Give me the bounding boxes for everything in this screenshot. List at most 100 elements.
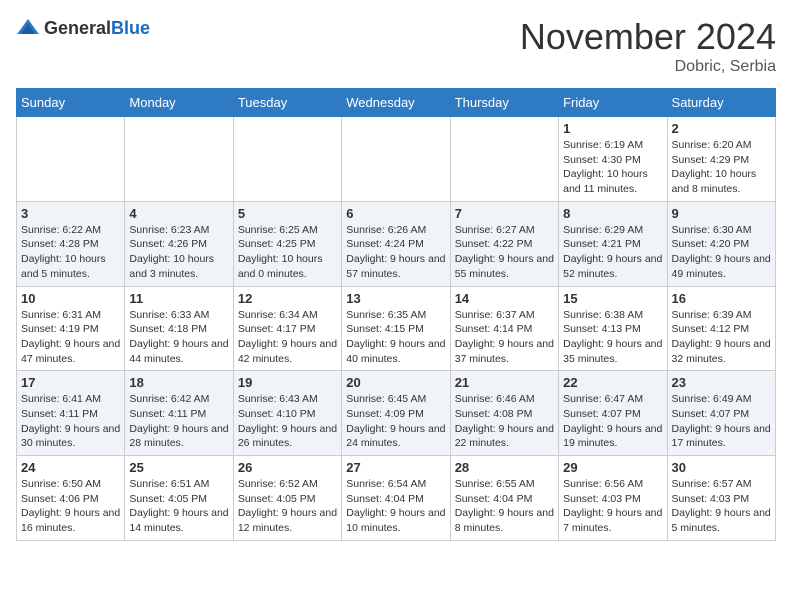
calendar-header-row: SundayMondayTuesdayWednesdayThursdayFrid… bbox=[17, 89, 776, 117]
month-title: November 2024 bbox=[520, 16, 776, 58]
day-info: Sunrise: 6:47 AMSunset: 4:07 PMDaylight:… bbox=[563, 392, 662, 451]
day-info: Sunrise: 6:56 AMSunset: 4:03 PMDaylight:… bbox=[563, 477, 662, 536]
day-info: Sunrise: 6:39 AMSunset: 4:12 PMDaylight:… bbox=[672, 308, 771, 367]
day-number: 11 bbox=[129, 291, 228, 306]
calendar-cell bbox=[342, 117, 450, 202]
calendar-week-1: 1Sunrise: 6:19 AMSunset: 4:30 PMDaylight… bbox=[17, 117, 776, 202]
day-number: 23 bbox=[672, 375, 771, 390]
calendar-cell bbox=[17, 117, 125, 202]
day-info: Sunrise: 6:54 AMSunset: 4:04 PMDaylight:… bbox=[346, 477, 445, 536]
calendar-body: 1Sunrise: 6:19 AMSunset: 4:30 PMDaylight… bbox=[17, 117, 776, 541]
day-number: 9 bbox=[672, 206, 771, 221]
calendar-week-2: 3Sunrise: 6:22 AMSunset: 4:28 PMDaylight… bbox=[17, 201, 776, 286]
day-info: Sunrise: 6:52 AMSunset: 4:05 PMDaylight:… bbox=[238, 477, 337, 536]
day-number: 16 bbox=[672, 291, 771, 306]
calendar-week-4: 17 Sunrise: 6:41 AMSunset: 4:11 PMDayligh… bbox=[17, 371, 776, 456]
day-number: 29 bbox=[563, 460, 662, 475]
day-number: 20 bbox=[346, 375, 445, 390]
calendar-cell bbox=[450, 117, 558, 202]
day-info: Sunrise: 6:42 AMSunset: 4:11 PMDaylight:… bbox=[129, 392, 228, 451]
day-number: 8 bbox=[563, 206, 662, 221]
calendar-cell: 2 Sunrise: 6:20 AMSunset: 4:29 PMDaylight… bbox=[667, 117, 775, 202]
day-number: 13 bbox=[346, 291, 445, 306]
day-info: Sunrise: 6:41 AMSunset: 4:11 PMDaylight:… bbox=[21, 392, 120, 451]
logo-blue: Blue bbox=[111, 18, 150, 38]
logo-general: General bbox=[44, 18, 111, 38]
calendar-cell: 18 Sunrise: 6:42 AMSunset: 4:11 PMDayligh… bbox=[125, 371, 233, 456]
weekday-header-saturday: Saturday bbox=[667, 89, 775, 117]
day-info: Sunrise: 6:43 AMSunset: 4:10 PMDaylight:… bbox=[238, 392, 337, 451]
calendar-cell: 9 Sunrise: 6:30 AMSunset: 4:20 PMDaylight… bbox=[667, 201, 775, 286]
day-number: 22 bbox=[563, 375, 662, 390]
day-info: Sunrise: 6:31 AMSunset: 4:19 PMDaylight:… bbox=[21, 308, 120, 367]
calendar-cell: 20Sunrise: 6:45 AMSunset: 4:09 PMDayligh… bbox=[342, 371, 450, 456]
day-number: 5 bbox=[238, 206, 337, 221]
weekday-header-tuesday: Tuesday bbox=[233, 89, 341, 117]
day-number: 30 bbox=[672, 460, 771, 475]
location-title: Dobric, Serbia bbox=[520, 58, 776, 76]
day-info: Sunrise: 6:34 AMSunset: 4:17 PMDaylight:… bbox=[238, 308, 337, 367]
calendar-week-5: 24 Sunrise: 6:50 AMSunset: 4:06 PMDayligh… bbox=[17, 456, 776, 541]
calendar-cell: 7Sunrise: 6:27 AMSunset: 4:22 PMDaylight… bbox=[450, 201, 558, 286]
day-number: 15 bbox=[563, 291, 662, 306]
calendar-cell: 5 Sunrise: 6:25 AMSunset: 4:25 PMDaylight… bbox=[233, 201, 341, 286]
calendar-cell: 13 Sunrise: 6:35 AMSunset: 4:15 PMDayligh… bbox=[342, 286, 450, 371]
calendar-cell: 27 Sunrise: 6:54 AMSunset: 4:04 PMDayligh… bbox=[342, 456, 450, 541]
day-number: 17 bbox=[21, 375, 120, 390]
day-number: 24 bbox=[21, 460, 120, 475]
day-info: Sunrise: 6:55 AMSunset: 4:04 PMDaylight:… bbox=[455, 477, 554, 536]
day-info: Sunrise: 6:49 AMSunset: 4:07 PMDaylight:… bbox=[672, 392, 771, 451]
calendar-cell: 1Sunrise: 6:19 AMSunset: 4:30 PMDaylight… bbox=[559, 117, 667, 202]
day-number: 2 bbox=[672, 121, 771, 136]
day-info: Sunrise: 6:30 AMSunset: 4:20 PMDaylight:… bbox=[672, 223, 771, 282]
day-number: 27 bbox=[346, 460, 445, 475]
calendar-cell: 15 Sunrise: 6:38 AMSunset: 4:13 PMDayligh… bbox=[559, 286, 667, 371]
day-number: 7 bbox=[455, 206, 554, 221]
weekday-header-thursday: Thursday bbox=[450, 89, 558, 117]
calendar-cell: 3Sunrise: 6:22 AMSunset: 4:28 PMDaylight… bbox=[17, 201, 125, 286]
calendar-cell: 17 Sunrise: 6:41 AMSunset: 4:11 PMDayligh… bbox=[17, 371, 125, 456]
day-info: Sunrise: 6:29 AMSunset: 4:21 PMDaylight:… bbox=[563, 223, 662, 282]
day-number: 19 bbox=[238, 375, 337, 390]
day-number: 14 bbox=[455, 291, 554, 306]
day-info: Sunrise: 6:57 AMSunset: 4:03 PMDaylight:… bbox=[672, 477, 771, 536]
day-number: 28 bbox=[455, 460, 554, 475]
calendar-cell: 25Sunrise: 6:51 AMSunset: 4:05 PMDayligh… bbox=[125, 456, 233, 541]
weekday-header-wednesday: Wednesday bbox=[342, 89, 450, 117]
day-info: Sunrise: 6:25 AMSunset: 4:25 PMDaylight:… bbox=[238, 223, 337, 282]
day-info: Sunrise: 6:38 AMSunset: 4:13 PMDaylight:… bbox=[563, 308, 662, 367]
day-info: Sunrise: 6:35 AMSunset: 4:15 PMDaylight:… bbox=[346, 308, 445, 367]
calendar-cell: 8 Sunrise: 6:29 AMSunset: 4:21 PMDaylight… bbox=[559, 201, 667, 286]
logo-icon bbox=[16, 16, 40, 40]
calendar-week-3: 10 Sunrise: 6:31 AMSunset: 4:19 PMDayligh… bbox=[17, 286, 776, 371]
calendar-cell: 29 Sunrise: 6:56 AMSunset: 4:03 PMDayligh… bbox=[559, 456, 667, 541]
title-section: November 2024 Dobric, Serbia bbox=[520, 16, 776, 76]
day-number: 18 bbox=[129, 375, 228, 390]
calendar-cell bbox=[233, 117, 341, 202]
day-info: Sunrise: 6:50 AMSunset: 4:06 PMDaylight:… bbox=[21, 477, 120, 536]
calendar-cell bbox=[125, 117, 233, 202]
day-number: 10 bbox=[21, 291, 120, 306]
calendar-cell: 26 Sunrise: 6:52 AMSunset: 4:05 PMDayligh… bbox=[233, 456, 341, 541]
day-info: Sunrise: 6:26 AMSunset: 4:24 PMDaylight:… bbox=[346, 223, 445, 282]
calendar-cell: 19 Sunrise: 6:43 AMSunset: 4:10 PMDayligh… bbox=[233, 371, 341, 456]
page-header: GeneralBlue November 2024 Dobric, Serbia bbox=[16, 16, 776, 76]
calendar-cell: 4Sunrise: 6:23 AMSunset: 4:26 PMDaylight… bbox=[125, 201, 233, 286]
day-number: 6 bbox=[346, 206, 445, 221]
weekday-header-monday: Monday bbox=[125, 89, 233, 117]
calendar-cell: 10 Sunrise: 6:31 AMSunset: 4:19 PMDayligh… bbox=[17, 286, 125, 371]
day-number: 4 bbox=[129, 206, 228, 221]
day-info: Sunrise: 6:20 AMSunset: 4:29 PMDaylight:… bbox=[672, 138, 771, 197]
calendar-cell: 16 Sunrise: 6:39 AMSunset: 4:12 PMDayligh… bbox=[667, 286, 775, 371]
day-info: Sunrise: 6:46 AMSunset: 4:08 PMDaylight:… bbox=[455, 392, 554, 451]
day-info: Sunrise: 6:37 AMSunset: 4:14 PMDaylight:… bbox=[455, 308, 554, 367]
calendar-cell: 6 Sunrise: 6:26 AMSunset: 4:24 PMDaylight… bbox=[342, 201, 450, 286]
logo: GeneralBlue bbox=[16, 16, 150, 40]
calendar-cell: 23 Sunrise: 6:49 AMSunset: 4:07 PMDayligh… bbox=[667, 371, 775, 456]
day-info: Sunrise: 6:19 AMSunset: 4:30 PMDaylight:… bbox=[563, 138, 662, 197]
day-info: Sunrise: 6:51 AMSunset: 4:05 PMDaylight:… bbox=[129, 477, 228, 536]
weekday-header-sunday: Sunday bbox=[17, 89, 125, 117]
day-number: 21 bbox=[455, 375, 554, 390]
day-number: 26 bbox=[238, 460, 337, 475]
day-number: 3 bbox=[21, 206, 120, 221]
